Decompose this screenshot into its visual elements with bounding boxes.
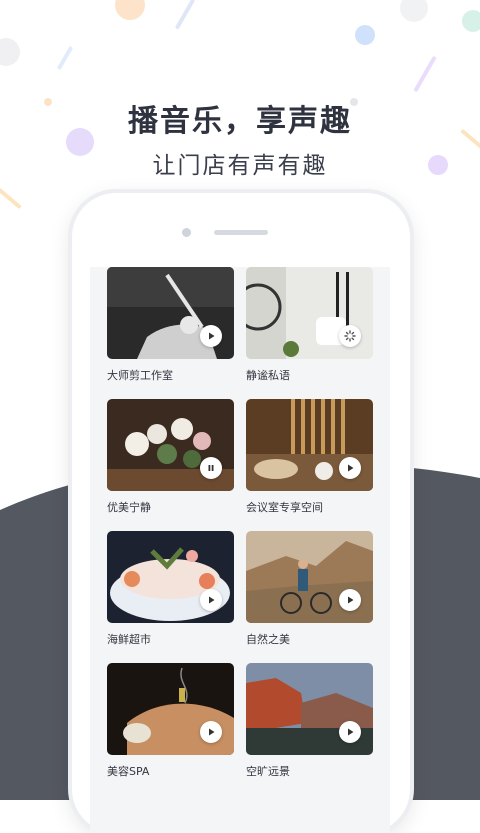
scene-label: 会议室专享空间 (246, 501, 323, 514)
scene-thumbnail (246, 399, 373, 491)
scene-card[interactable]: 大师剪工作室 (107, 267, 234, 383)
scene-label: 空旷远景 (246, 765, 290, 778)
play-icon[interactable] (200, 325, 222, 347)
scene-thumbnail (107, 267, 234, 359)
scene-thumbnail (246, 531, 373, 623)
scene-thumbnail (107, 399, 234, 491)
phone-screen: 大师剪工作室 静谧私语 优美宁静 会议室专享空间 海鲜超市 自然之美 美容SPA… (90, 267, 390, 833)
play-icon[interactable] (200, 589, 222, 611)
play-icon[interactable] (339, 589, 361, 611)
scene-label: 大师剪工作室 (107, 369, 173, 382)
page-subtitle: 让门店有声有趣 (152, 153, 328, 179)
loading-icon[interactable] (339, 325, 361, 347)
play-icon[interactable] (339, 721, 361, 743)
scene-card[interactable]: 优美宁静 (107, 399, 234, 515)
play-icon[interactable] (200, 721, 222, 743)
speaker-grille (214, 230, 268, 235)
scene-card[interactable]: 海鲜超市 (107, 531, 234, 647)
scene-label: 自然之美 (246, 633, 290, 646)
page-title: 播音乐，享声趣 (128, 104, 352, 139)
scene-label: 优美宁静 (107, 501, 151, 514)
camera-dot (182, 228, 191, 237)
phone-mockup: 大师剪工作室 静谧私语 优美宁静 会议室专享空间 海鲜超市 自然之美 美容SPA… (72, 193, 410, 833)
scene-card[interactable]: 美容SPA (107, 663, 234, 779)
scene-thumbnail (246, 267, 373, 359)
pause-icon[interactable] (200, 457, 222, 479)
scene-thumbnail (107, 531, 234, 623)
scene-card[interactable]: 会议室专享空间 (246, 399, 373, 515)
play-icon[interactable] (339, 457, 361, 479)
scene-label: 海鲜超市 (107, 633, 151, 646)
confetti-dot (462, 10, 480, 32)
scene-card[interactable]: 空旷远景 (246, 663, 373, 779)
scene-thumbnail (107, 663, 234, 755)
scene-label: 静谧私语 (246, 369, 290, 382)
scene-card[interactable]: 静谧私语 (246, 267, 373, 383)
scene-thumbnail (246, 663, 373, 755)
confetti-dot (355, 25, 375, 45)
scene-card[interactable]: 自然之美 (246, 531, 373, 647)
scene-label: 美容SPA (107, 765, 150, 778)
